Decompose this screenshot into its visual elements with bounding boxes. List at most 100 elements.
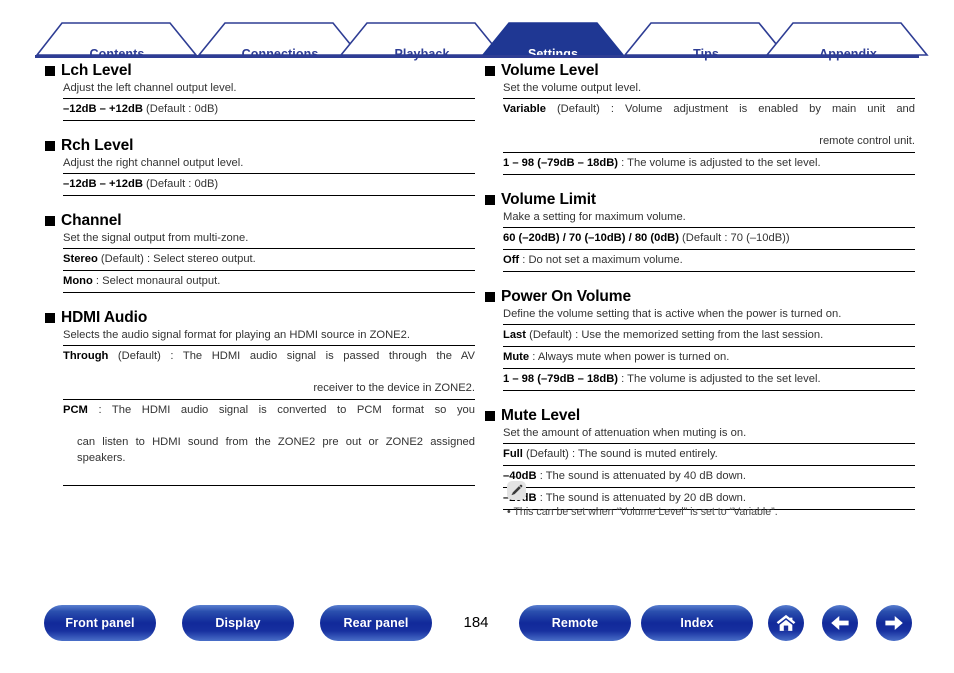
option-row: Mono : Select monaural output.: [63, 271, 475, 293]
option-value: Full: [503, 448, 523, 460]
doc-section: Lch Level Adjust the left channel output …: [45, 62, 475, 121]
section-heading: Mute Level: [485, 407, 915, 425]
option-value: Through: [63, 350, 109, 362]
section-heading-label: Mute Level: [501, 407, 581, 424]
doc-section: Volume Level Set the volume output level.…: [485, 62, 915, 175]
tab-playback[interactable]: Playback: [364, 47, 480, 61]
section-description: Make a setting for maximum volume.: [503, 211, 686, 223]
back-arrow-icon[interactable]: [822, 605, 858, 641]
option-description: (Default) : The sound is muted entirely.: [522, 448, 718, 460]
option-rows: –12dB – +12dB (Default : 0dB): [63, 173, 475, 196]
doc-section: Rch Level Adjust the right channel output…: [45, 137, 475, 196]
remote-button[interactable]: Remote: [519, 605, 631, 641]
section-heading-label: Volume Limit: [501, 191, 596, 208]
option-rows: Variable (Default) : Volume adjustment i…: [503, 98, 915, 175]
manual-page: Contents Connections Playback Settings T…: [0, 0, 954, 673]
option-row-main: Mute : Always mute when power is turned …: [503, 351, 729, 363]
footer-bar: Front panel Display Rear panel 184 Remot…: [0, 605, 954, 650]
option-row-main: –12dB – +12dB (Default : 0dB): [63, 103, 218, 115]
option-row-main: PCM : The HDMI audio signal is converted…: [63, 404, 475, 432]
pencil-glyph: [511, 484, 523, 496]
section-heading-label: Lch Level: [61, 62, 132, 79]
option-description: (Default) : Use the memorized setting fr…: [526, 329, 824, 341]
option-row: Mute : Always mute when power is turned …: [503, 347, 915, 369]
option-description: : The volume is adjusted to the set leve…: [618, 157, 821, 169]
option-description: (Default) : The HDMI audio signal is pas…: [108, 350, 475, 362]
option-value: PCM: [63, 404, 88, 416]
option-row-main: Variable (Default) : Volume adjustment i…: [503, 103, 915, 131]
section-heading-label: Power On Volume: [501, 288, 631, 305]
section-heading: HDMI Audio: [45, 309, 475, 327]
option-description: : The volume is adjusted to the set leve…: [618, 373, 821, 385]
section-heading-label: Rch Level: [61, 137, 134, 154]
index-button[interactable]: Index: [641, 605, 753, 641]
option-row: PCM : The HDMI audio signal is converted…: [63, 400, 475, 486]
section-description: Define the volume setting that is active…: [503, 308, 842, 320]
option-description: : Select monaural output.: [92, 275, 221, 287]
square-bullet-icon: [485, 292, 495, 302]
home-icon[interactable]: [768, 605, 804, 641]
option-description-cont: can listen to HDMI sound from the ZONE2 …: [77, 436, 475, 464]
rear-panel-button[interactable]: Rear panel: [320, 605, 432, 641]
option-rows: 60 (–20dB) / 70 (–10dB) / 80 (0dB) (Defa…: [503, 227, 915, 272]
doc-section: Channel Set the signal output from multi-…: [45, 212, 475, 293]
content-column-left: Lch Level Adjust the left channel output …: [45, 62, 475, 488]
option-value: Mono: [63, 275, 93, 287]
option-row-main: 1 – 98 (–79dB – 18dB) : The volume is ad…: [503, 373, 821, 385]
tab-appendix[interactable]: Appendix: [790, 47, 906, 61]
option-row: 60 (–20dB) / 70 (–10dB) / 80 (0dB) (Defa…: [503, 228, 915, 250]
section-heading: Rch Level: [45, 137, 475, 155]
option-rows: –12dB – +12dB (Default : 0dB): [63, 98, 475, 121]
pencil-icon: [507, 481, 526, 500]
option-description: : Do not set a maximum volume.: [519, 254, 683, 266]
section-description: Set the signal output from multi-zone.: [63, 232, 249, 244]
option-row: Last (Default) : Use the memorized setti…: [503, 325, 915, 347]
tab-contents[interactable]: Contents: [59, 47, 175, 61]
tab-settings[interactable]: Settings: [497, 47, 609, 61]
section-description: Selects the audio signal format for play…: [63, 329, 410, 341]
option-row-main: Mono : Select monaural output.: [63, 275, 220, 287]
section-description: Set the volume output level.: [503, 82, 642, 94]
option-rows: Through (Default) : The HDMI audio signa…: [63, 345, 475, 486]
home-glyph: [776, 614, 796, 631]
note-text: • This can be set when “Volume Level” is…: [507, 506, 778, 518]
square-bullet-icon: [485, 411, 495, 421]
section-heading: Lch Level: [45, 62, 475, 80]
option-description: (Default) : Volume adjustment is enabled…: [545, 103, 915, 115]
display-button[interactable]: Display: [182, 605, 294, 641]
content-column-right: Volume Level Set the volume output level.…: [485, 62, 915, 512]
note-block: • This can be set when “Volume Level” is…: [507, 481, 907, 520]
option-row-main: Stereo (Default) : Select stereo output.: [63, 253, 256, 265]
option-value: Stereo: [63, 253, 98, 265]
option-row: 1 – 98 (–79dB – 18dB) : The volume is ad…: [503, 369, 915, 391]
section-description: Adjust the left channel output level.: [63, 82, 237, 94]
option-value: 1 – 98 (–79dB – 18dB): [503, 373, 619, 385]
section-heading-label: HDMI Audio: [61, 309, 148, 326]
tab-tips[interactable]: Tips: [648, 47, 764, 61]
option-row-main: Off : Do not set a maximum volume.: [503, 254, 683, 266]
section-heading: Power On Volume: [485, 288, 915, 306]
option-value: 60 (–20dB) / 70 (–10dB) / 80 (0dB): [503, 232, 679, 244]
forward-arrow-icon[interactable]: [876, 605, 912, 641]
doc-section: HDMI Audio Selects the audio signal forma…: [45, 309, 475, 486]
option-row-main: –12dB – +12dB (Default : 0dB): [63, 178, 218, 190]
page-number: 184: [463, 614, 489, 631]
square-bullet-icon: [485, 66, 495, 76]
section-heading: Channel: [45, 212, 475, 230]
square-bullet-icon: [45, 66, 55, 76]
section-description: Adjust the right channel output level.: [63, 157, 244, 169]
option-description-cont: receiver to the device in ZONE2.: [313, 382, 475, 394]
option-row-main: Last (Default) : Use the memorized setti…: [503, 329, 823, 341]
option-value: Mute: [503, 351, 530, 363]
option-row: 1 – 98 (–79dB – 18dB) : The volume is ad…: [503, 153, 915, 175]
option-description: (Default) : Select stereo output.: [97, 253, 256, 265]
option-description: : Always mute when power is turned on.: [529, 351, 730, 363]
tab-bar-underline: [35, 55, 919, 58]
option-description-cont: remote control unit.: [819, 135, 915, 147]
tab-connections[interactable]: Connections: [222, 47, 338, 61]
section-heading-label: Channel: [61, 212, 122, 229]
front-panel-button[interactable]: Front panel: [44, 605, 156, 641]
